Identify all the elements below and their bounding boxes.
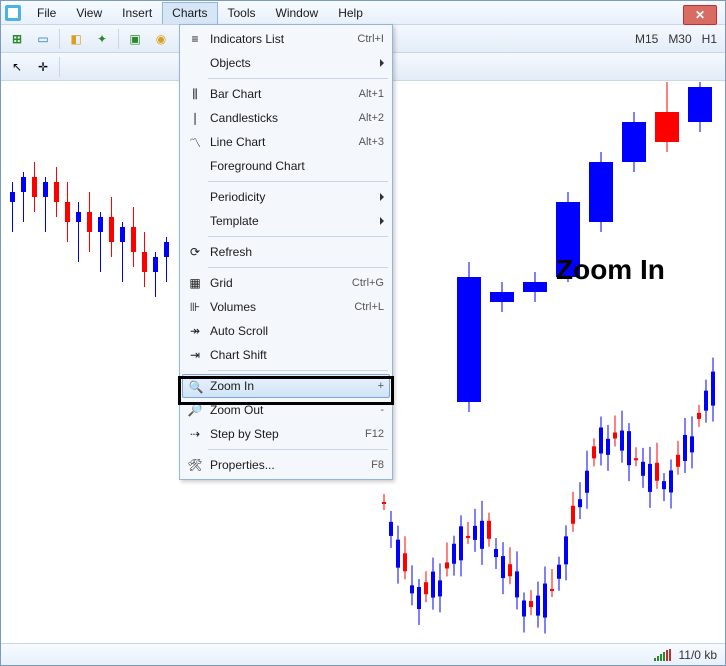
menu-item-label: Refresh bbox=[210, 245, 252, 259]
menu-item-volumes[interactable]: ⊪ Volumes Ctrl+L bbox=[182, 295, 390, 319]
refresh-icon: ⟳ bbox=[186, 243, 204, 261]
bar-chart-icon: ⫼ bbox=[186, 85, 204, 103]
menu-separator bbox=[208, 370, 388, 371]
crosshair-tool[interactable]: ✛ bbox=[31, 56, 55, 78]
menu-separator bbox=[208, 181, 388, 182]
line-chart-icon: 〽 bbox=[186, 133, 204, 151]
market-watch-button[interactable]: ◧ bbox=[64, 28, 88, 50]
menu-separator bbox=[208, 267, 388, 268]
menu-item-label: Volumes bbox=[210, 300, 256, 314]
menu-charts[interactable]: Charts bbox=[162, 2, 217, 24]
cursor-tool[interactable]: ↖ bbox=[5, 56, 29, 78]
menu-item-objects[interactable]: Objects bbox=[182, 51, 390, 75]
menu-item-bar-chart[interactable]: ⫼ Bar Chart Alt+1 bbox=[182, 82, 390, 106]
menu-shortcut: - bbox=[380, 404, 384, 416]
menu-item-label: Properties... bbox=[210, 458, 275, 472]
menu-window[interactable]: Window bbox=[266, 2, 329, 24]
volumes-icon: ⊪ bbox=[186, 298, 204, 316]
expert-advisors-button[interactable]: ◉ bbox=[149, 28, 173, 50]
menu-item-label: Foreground Chart bbox=[210, 159, 305, 173]
menu-item-label: Grid bbox=[210, 276, 233, 290]
menu-item-zoom-in[interactable]: 🔍 Zoom In + bbox=[182, 374, 390, 398]
menu-shortcut: + bbox=[378, 380, 384, 392]
menu-item-label: Line Chart bbox=[210, 135, 265, 149]
separator bbox=[118, 29, 119, 49]
navigator-button[interactable]: ✦ bbox=[90, 28, 114, 50]
charts-menu-dropdown: ≡ Indicators List Ctrl+I Objects ⫼ Bar Chart A… bbox=[179, 24, 393, 480]
menu-item-label: Template bbox=[210, 214, 259, 228]
close-window-button[interactable]: ✕ bbox=[683, 5, 717, 25]
menu-item-step-by-step[interactable]: ⇢ Step by Step F12 bbox=[182, 422, 390, 446]
app-window: ✕ FileViewInsertChartsToolsWindowHelp ⊞ … bbox=[0, 0, 726, 666]
menu-shortcut: F8 bbox=[371, 459, 384, 471]
profiles-button[interactable]: ▭ bbox=[31, 28, 55, 50]
traffic-label: 11/0 kb bbox=[679, 648, 717, 662]
menu-item-periodicity[interactable]: Periodicity bbox=[182, 185, 390, 209]
new-order-button[interactable]: ▣ bbox=[123, 28, 147, 50]
menu-item-candlesticks[interactable]: ❘ Candlesticks Alt+2 bbox=[182, 106, 390, 130]
menu-shortcut: Alt+3 bbox=[359, 136, 384, 148]
zoom-in-icon: 🔍 bbox=[187, 378, 205, 396]
menu-insert[interactable]: Insert bbox=[112, 2, 162, 24]
menu-item-label: Zoom Out bbox=[210, 403, 263, 417]
properties-icon: 🛠 bbox=[186, 456, 204, 474]
menu-item-auto-scroll[interactable]: ↠ Auto Scroll bbox=[182, 319, 390, 343]
submenu-arrow-icon bbox=[380, 59, 384, 67]
menu-item-line-chart[interactable]: 〽 Line Chart Alt+3 bbox=[182, 130, 390, 154]
menu-item-label: Objects bbox=[210, 56, 251, 70]
menu-item-label: Zoom In bbox=[210, 379, 254, 393]
menu-item-grid[interactable]: ▦ Grid Ctrl+G bbox=[182, 271, 390, 295]
menu-item-label: Auto Scroll bbox=[210, 324, 268, 338]
timeframe-h1[interactable]: H1 bbox=[698, 32, 721, 46]
menu-item-foreground-chart[interactable]: Foreground Chart bbox=[182, 154, 390, 178]
menu-item-label: Step by Step bbox=[210, 427, 279, 441]
statusbar: 11/0 kb bbox=[1, 643, 725, 665]
menu-tools[interactable]: Tools bbox=[218, 2, 266, 24]
zoom-out-icon: 🔎 bbox=[186, 401, 204, 419]
menu-item-label: Bar Chart bbox=[210, 87, 261, 101]
menu-separator bbox=[208, 78, 388, 79]
grid-icon: ▦ bbox=[186, 274, 204, 292]
menu-separator bbox=[208, 449, 388, 450]
menu-view[interactable]: View bbox=[66, 2, 112, 24]
menu-shortcut: Ctrl+G bbox=[352, 277, 384, 289]
menu-shortcut: Alt+2 bbox=[359, 112, 384, 124]
menu-item-properties[interactable]: 🛠 Properties... F8 bbox=[182, 453, 390, 477]
menu-shortcut: Ctrl+L bbox=[354, 301, 384, 313]
new-chart-button[interactable]: ⊞ bbox=[5, 28, 29, 50]
connection-indicator bbox=[654, 649, 671, 661]
indicators-icon: ≡ bbox=[186, 30, 204, 48]
menu-shortcut: Alt+1 bbox=[359, 88, 384, 100]
app-icon bbox=[5, 5, 21, 21]
menu-item-label: Candlesticks bbox=[210, 111, 278, 125]
candlesticks-icon: ❘ bbox=[186, 109, 204, 127]
menu-file[interactable]: File bbox=[27, 2, 66, 24]
timeframe-m30[interactable]: M30 bbox=[664, 32, 695, 46]
menu-item-label: Chart Shift bbox=[210, 348, 267, 362]
chartshift-icon: ⇥ bbox=[186, 346, 204, 364]
submenu-arrow-icon bbox=[380, 193, 384, 201]
menu-shortcut: F12 bbox=[365, 428, 384, 440]
menu-item-label: Periodicity bbox=[210, 190, 265, 204]
menubar: FileViewInsertChartsToolsWindowHelp bbox=[1, 1, 725, 25]
zoom-in-annotation: Zoom In bbox=[556, 254, 665, 286]
submenu-arrow-icon bbox=[380, 217, 384, 225]
timeframe-m15[interactable]: M15 bbox=[631, 32, 662, 46]
step-icon: ⇢ bbox=[186, 425, 204, 443]
separator bbox=[59, 29, 60, 49]
menu-item-template[interactable]: Template bbox=[182, 209, 390, 233]
menu-item-indicators-list[interactable]: ≡ Indicators List Ctrl+I bbox=[182, 27, 390, 51]
menu-help[interactable]: Help bbox=[328, 2, 373, 24]
menu-item-zoom-out[interactable]: 🔎 Zoom Out - bbox=[182, 398, 390, 422]
menu-separator bbox=[208, 236, 388, 237]
menu-shortcut: Ctrl+I bbox=[357, 33, 384, 45]
menu-item-refresh[interactable]: ⟳ Refresh bbox=[182, 240, 390, 264]
autoscroll-icon: ↠ bbox=[186, 322, 204, 340]
menu-item-label: Indicators List bbox=[210, 32, 284, 46]
menu-item-chart-shift[interactable]: ⇥ Chart Shift bbox=[182, 343, 390, 367]
separator bbox=[59, 57, 60, 77]
